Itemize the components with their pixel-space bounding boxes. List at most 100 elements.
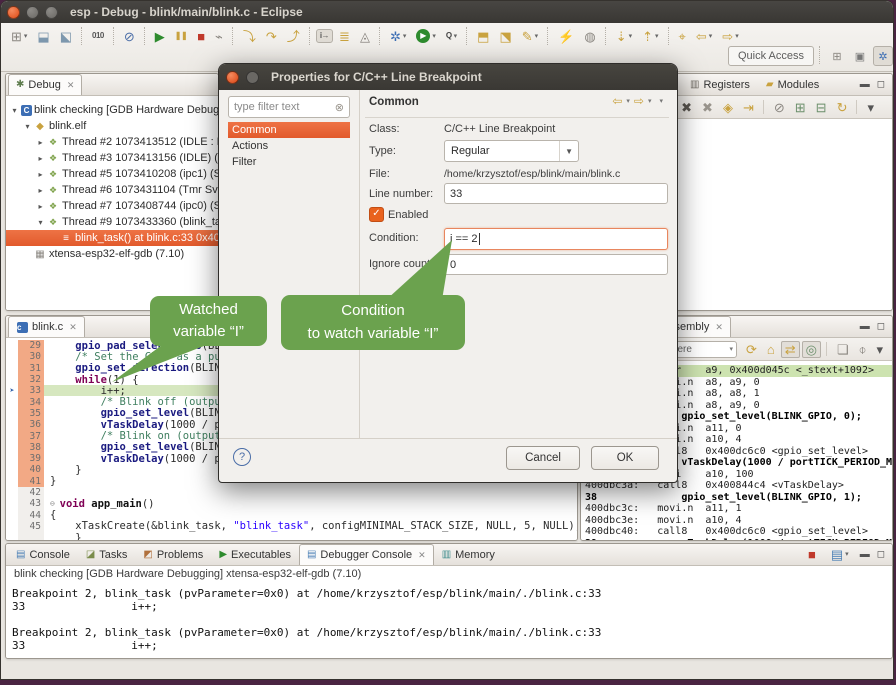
dialog-nav-item-filter[interactable]: Filter — [228, 154, 350, 170]
expand-all-icon[interactable]: ⊞ — [791, 99, 810, 116]
twistie-icon[interactable]: ▾ — [35, 218, 46, 227]
quick-access-button[interactable]: Quick Access — [728, 46, 814, 66]
save-all-icon[interactable]: ⬕ — [56, 27, 76, 46]
debug-tree-item[interactable]: ▾Cblink checking [GDB Hardware Debug — [6, 102, 218, 118]
next-annotation-icon[interactable]: ⇣▾ — [612, 27, 636, 46]
disassembly-line[interactable]: 400dbc3e: movi.n a10, 4 — [581, 515, 892, 527]
window-maximize-icon[interactable] — [45, 6, 58, 19]
view-menu-icon[interactable]: ▾ — [872, 341, 887, 358]
previous-annotation-icon[interactable]: ⇡▾ — [638, 27, 662, 46]
dropdown-arrow-icon[interactable]: ▾ — [629, 32, 633, 40]
ok-button[interactable]: OK — [591, 446, 659, 470]
tab-debug[interactable]: ✱ Debug ✕ — [8, 74, 82, 95]
debug-tree-item[interactable]: ▦xtensa-esp32-elf-gdb (7.10) — [6, 246, 218, 262]
dropdown-arrow-icon[interactable]: ▼ — [559, 141, 578, 161]
dialog-close-icon[interactable] — [226, 71, 239, 84]
debug-tree-item[interactable]: ▸❖Thread #5 1073410208 (ipc1) (Susp — [6, 166, 218, 182]
disassembly-line[interactable]: 400dbc3c: movi.n a11, 1 — [581, 503, 892, 515]
minimize-panel-icon[interactable]: ▬ — [860, 549, 870, 560]
back-dropdown-icon[interactable]: ▾ — [626, 97, 630, 105]
coverage-launch-icon[interactable]: Q▾ — [442, 29, 461, 43]
go-to-file-for-breakpoint-icon[interactable]: ⇥ — [739, 99, 758, 116]
display-selected-console-icon[interactable]: ▤▾ — [827, 546, 853, 563]
code-line[interactable]: 44{ — [6, 509, 577, 520]
twistie-icon[interactable]: ▸ — [35, 154, 46, 163]
step-into-icon[interactable]: ⤵ — [239, 27, 260, 46]
console-output[interactable]: Breakpoint 2, blink_task (pvParameter=0x… — [6, 587, 892, 652]
code-line[interactable]: } — [6, 532, 577, 541]
debug-launch-icon[interactable]: ✲▾ — [386, 27, 410, 46]
dropdown-arrow-icon[interactable]: ▾ — [735, 32, 739, 40]
tab-tasks[interactable]: ◪Tasks — [78, 544, 136, 565]
pin-view-icon[interactable]: ⌽ — [855, 341, 871, 358]
dropdown-arrow-icon[interactable]: ▾ — [24, 32, 28, 40]
disassembly-line[interactable]: 400dbc40: call8 0x400dc6c0 <gpio_set_lev… — [581, 526, 892, 538]
minimize-panel-icon[interactable]: ▬ — [860, 79, 870, 90]
maximize-panel-icon[interactable]: ◻ — [877, 321, 885, 332]
show-debug-content-icon[interactable]: ≣ — [335, 27, 354, 46]
step-return-icon[interactable]: ⤴ — [283, 27, 304, 46]
debug-tree-item[interactable]: ▸❖Thread #6 1073431104 (Tmr Svc) (S — [6, 182, 218, 198]
new-wizard-icon[interactable]: ⊞▾ — [7, 27, 31, 46]
debug-tree-item[interactable]: ▾❖Thread #9 1073433360 (blink_task : — [6, 214, 218, 230]
window-minimize-icon[interactable] — [26, 6, 39, 19]
tab-close-icon[interactable]: ✕ — [67, 80, 75, 91]
terminate-icon[interactable]: ■ — [193, 27, 209, 46]
enabled-checkbox[interactable]: ✓ — [369, 207, 384, 222]
tab-blink-c[interactable]: c blink.c ✕ — [8, 316, 85, 337]
tab-executables[interactable]: ▶Executables — [211, 544, 299, 565]
forward-icon[interactable]: ⇨▾ — [718, 27, 742, 46]
cpp-perspective-icon[interactable]: ▣ — [850, 46, 870, 66]
dropdown-arrow-icon[interactable]: ▾ — [709, 32, 713, 40]
debug-tree-item[interactable]: ▸❖Thread #7 1073408744 (ipc0) (Susp — [6, 198, 218, 214]
tab-close-icon[interactable]: ✕ — [69, 322, 77, 333]
help-icon[interactable]: ? — [233, 448, 251, 466]
dialog-titlebar[interactable]: Properties for C/C++ Line Breakpoint — [219, 64, 677, 90]
dialog-nav-item-actions[interactable]: Actions — [228, 138, 350, 154]
window-titlebar[interactable]: esp - Debug - blink/main/blink.c - Eclip… — [1, 1, 893, 23]
forward-dropdown-icon[interactable]: ▾ — [648, 97, 652, 105]
remove-all-breakpoints-icon[interactable]: ✖ — [698, 99, 717, 116]
dropdown-arrow-icon[interactable]: ▾ — [454, 32, 458, 40]
dropdown-arrow-icon[interactable]: ▾ — [535, 32, 539, 40]
link-with-debug-view-icon[interactable]: ↻ — [833, 99, 852, 116]
open-perspective-icon[interactable]: ⊞ — [827, 46, 847, 66]
suspend-icon[interactable]: ❚❚ — [171, 29, 191, 43]
debug-tree-item[interactable]: ≡blink_task() at blink.c:33 0x400db — [6, 230, 218, 246]
show-source-icon[interactable]: ◎ — [802, 341, 821, 358]
open-file-icon[interactable]: ⬒ — [473, 27, 493, 46]
tab-close-icon[interactable]: ✕ — [715, 322, 723, 333]
tab-modules[interactable]: ▰Modules — [758, 74, 827, 95]
twistie-icon[interactable]: ▾ — [22, 122, 33, 131]
twistie-icon[interactable]: ▸ — [35, 170, 46, 179]
show-breakpoints-for-selection-icon[interactable]: ◈ — [719, 99, 737, 116]
tab-memory[interactable]: ▥Memory — [434, 544, 503, 565]
view-menu-icon[interactable]: ▾ — [863, 99, 878, 116]
dropdown-arrow-icon[interactable]: ▾ — [655, 32, 659, 40]
combo-arrow-icon[interactable]: ▾ — [729, 345, 733, 353]
tab-problems[interactable]: ◩Problems — [135, 544, 211, 565]
debug-perspective-icon[interactable]: ✲ — [873, 46, 893, 66]
collapse-all-icon[interactable]: ⊟ — [812, 99, 831, 116]
debug-tree-item[interactable]: ▸❖Thread #2 1073413512 (IDLE : Runn — [6, 134, 218, 150]
external-tools-icon[interactable]: ⚡ — [554, 27, 578, 46]
refresh-view-icon[interactable]: ⟳ — [742, 341, 761, 358]
disassembly-line[interactable]: 39 vTaskDelay(1000 / portTICK_PERIOD_MS)… — [581, 538, 892, 542]
open-project-icon[interactable]: ⬔ — [495, 27, 515, 46]
condition-input[interactable]: i == 2 — [444, 228, 668, 250]
tab-debugger-console[interactable]: ▤Debugger Console✕ — [299, 544, 434, 565]
dialog-minimize-icon[interactable] — [246, 71, 259, 84]
dialog-nav-item-common[interactable]: Common — [228, 122, 350, 138]
maximize-panel-icon[interactable]: ◻ — [877, 79, 885, 90]
skip-all-breakpoints-icon[interactable]: ⊘ — [770, 99, 789, 116]
terminate-console-icon[interactable]: ■ — [804, 546, 820, 563]
type-dropdown[interactable]: Regular ▼ — [444, 140, 579, 162]
home-pc-icon[interactable]: ⌂ — [763, 341, 779, 358]
view-menu-icon[interactable]: ▾ — [659, 97, 663, 105]
debug-tree-item[interactable]: ▸❖Thread #3 1073413156 (IDLE) (Susp — [6, 150, 218, 166]
step-filters-icon[interactable]: ◬ — [356, 27, 374, 46]
mark-occurrences-icon[interactable]: ◍ — [580, 27, 599, 46]
resume-icon[interactable]: ▶ — [151, 27, 169, 46]
dropdown-arrow-icon[interactable]: ▾ — [432, 32, 436, 40]
ignore-count-input[interactable]: 0 — [444, 254, 668, 275]
